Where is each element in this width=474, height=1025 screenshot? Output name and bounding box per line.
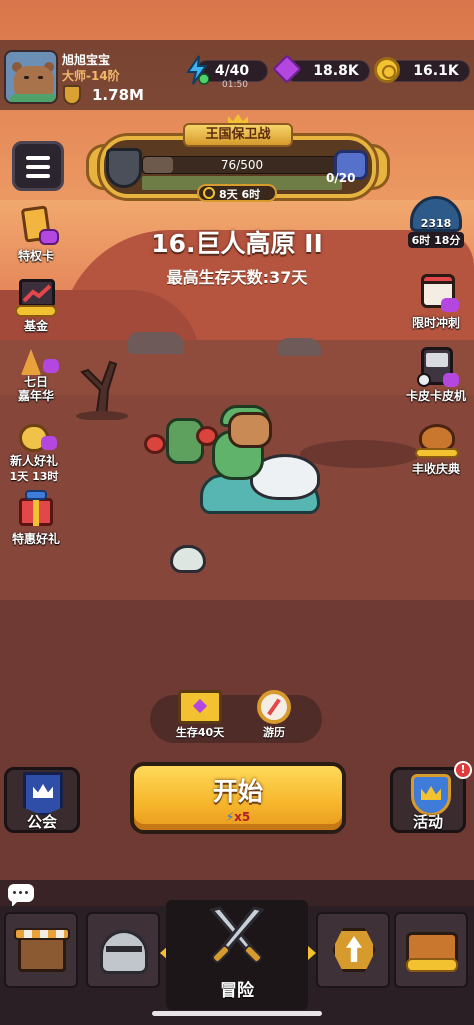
side-item-privilege-card[interactable]: 特权卡 <box>4 205 68 263</box>
privilege-card-icon <box>13 205 59 249</box>
compass-icon <box>257 690 291 724</box>
dead-tree-icon <box>76 360 128 420</box>
lightning-icon: ⚡ <box>225 810 235 824</box>
side-item-capy-machine[interactable]: 卡皮卡皮机 <box>404 345 468 403</box>
helmet-icon <box>100 930 148 974</box>
home-indicator[interactable] <box>152 1011 322 1016</box>
clock-icon <box>203 187 215 199</box>
nav-adventure-label: 冒险 <box>220 981 254 1001</box>
road-area <box>0 600 474 900</box>
power-shield-icon <box>63 85 81 105</box>
player-power: 1.78M <box>92 86 144 104</box>
start-cost: ⚡x5 <box>134 810 342 824</box>
side-item-special-gift[interactable]: 特惠好礼 <box>4 488 68 546</box>
ranking-timer: 6时 18分 <box>408 232 464 248</box>
energy-timer: 01:50 <box>222 80 248 90</box>
lightning-icon <box>186 55 209 85</box>
stage-title[interactable]: 16.巨人高原 II <box>0 224 474 260</box>
survival-label: 生存40天 <box>175 726 225 739</box>
player-name: 旭旭宝宝 <box>62 53 111 67</box>
ground-shadow <box>300 440 420 468</box>
notification-badge: ! <box>454 761 472 779</box>
start-cost-value: x5 <box>234 810 251 824</box>
side-item-label: 限时冲刺 <box>411 316 460 330</box>
event-title: 王国保卫战 <box>183 123 293 147</box>
gate-chest-icon <box>178 690 222 724</box>
nav-equipment[interactable] <box>86 912 160 988</box>
gift-box-icon <box>13 488 59 532</box>
side-item-label: 新人好礼 <box>9 454 58 468</box>
event-progress-text: 76/500 <box>220 158 264 172</box>
activity-label: 活动 <box>412 813 443 831</box>
chat-bubble-icon[interactable] <box>8 884 34 907</box>
nav-shop[interactable] <box>4 912 78 988</box>
game-screen: 旭旭宝宝 大师-14阶 1.78M 4/40 01:50 18.8K 16.1K… <box>0 0 474 1025</box>
shield-icon <box>106 148 142 188</box>
nav-right-arrow-icon <box>308 946 316 960</box>
guild-button[interactable]: 公会 <box>4 767 80 833</box>
start-button[interactable]: 开始 ⚡x5 <box>130 762 346 834</box>
event-timer: 8天 6时 <box>197 184 277 202</box>
side-item-label: 卡皮卡皮机 <box>405 389 466 403</box>
travel-label: 游历 <box>263 726 285 739</box>
slime-pet <box>170 545 206 573</box>
side-item-label: 特权卡 <box>17 249 54 263</box>
side-item-label: 基金 <box>23 319 48 333</box>
boxing-glove-icon <box>144 434 166 454</box>
side-item-newbie-gift[interactable]: 新人好礼 1天 13时 <box>2 418 66 484</box>
chest-count: 0/20 <box>326 171 356 185</box>
rock <box>128 332 184 354</box>
side-item-seven-day-carnival[interactable]: 七日 嘉年华 <box>4 345 68 403</box>
shop-awning <box>14 928 70 940</box>
side-item-label: 丰收庆典 <box>411 462 460 476</box>
guild-label: 公会 <box>26 813 57 831</box>
event-progress-bar: 76/500 <box>142 156 342 174</box>
crossed-swords-icon <box>209 906 265 963</box>
side-item-fund[interactable]: 基金 <box>4 275 68 333</box>
fund-chart-icon <box>13 275 59 319</box>
side-item-harvest-festival[interactable]: 丰收庆典 <box>404 418 468 476</box>
side-item-ranking[interactable]: 2318 6时 18分 <box>404 196 468 248</box>
ranking-number: 2318 <box>420 217 452 230</box>
party-popper-icon <box>13 345 59 375</box>
calendar-icon <box>413 272 459 316</box>
menu-button[interactable] <box>12 141 64 191</box>
survival-chest-button[interactable]: 生存40天 <box>170 690 230 740</box>
newbie-gift-icon <box>11 418 57 454</box>
travel-button[interactable]: 游历 <box>244 690 304 740</box>
best-survival-text: 最高生存天数:37天 <box>166 268 308 287</box>
start-label: 开始 <box>212 777 263 806</box>
coin-icon <box>374 57 400 83</box>
crystal-mountain-icon: 2318 <box>410 196 462 232</box>
nav-upgrade[interactable] <box>316 912 390 988</box>
newbie-gift-timer: 1天 13时 <box>9 470 59 483</box>
rock <box>278 338 322 356</box>
side-item-label: 特惠好礼 <box>11 532 60 546</box>
roast-turkey-icon <box>413 418 459 462</box>
side-item-sublabel: 嘉年华 <box>17 389 54 403</box>
nav-treasure[interactable] <box>394 912 468 988</box>
side-item-label: 七日 <box>23 375 48 389</box>
gold-pile-icon <box>406 958 458 972</box>
capybara-hero <box>228 412 272 448</box>
activity-button[interactable]: 活动 <box>390 767 466 833</box>
player-rank: 大师-14阶 <box>62 69 120 83</box>
avatar[interactable] <box>4 50 58 104</box>
slot-machine-icon <box>413 345 459 389</box>
side-item-time-limited-sprint[interactable]: 限时冲刺 <box>404 272 468 330</box>
event-timer-text: 8天 6时 <box>219 188 261 201</box>
